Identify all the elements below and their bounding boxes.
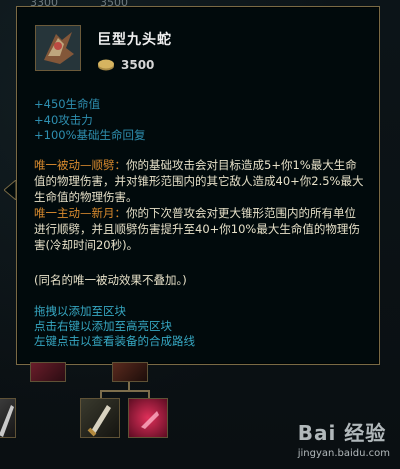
passive-label: 唯一被动—顺劈： [34, 158, 126, 172]
recipe-slot[interactable] [112, 362, 148, 382]
hydra-icon [36, 26, 80, 70]
tooltip-hints: 拖拽以添加至区块 点击右键以添加至高亮区块 左键点击以查看装备的合成路线 [34, 304, 195, 349]
hint-drag: 拖拽以添加至区块 [34, 304, 126, 318]
hint-left-click: 左键点击以查看装备的合成路线 [34, 334, 195, 348]
crystal-icon [141, 411, 159, 429]
hint-right-click: 点击右键以添加至高亮区块 [34, 319, 172, 333]
recipe-slot[interactable] [0, 398, 16, 438]
recipe-connector [100, 390, 102, 398]
item-tooltip: 巨型九头蛇 3500 +450生命值 +40攻击力 +100%基础生命回复 唯一… [16, 6, 380, 365]
stat-line: +450生命值 [34, 97, 101, 111]
sword-icon [0, 405, 14, 437]
watermark-main: Bai 经验 [297, 421, 387, 445]
item-name: 巨型九头蛇 [97, 32, 172, 48]
item-passive-description: 唯一被动—顺劈：你的基础攻击会对目标造成5+你1%最大生命值的物理伤害，并对锥形… [34, 157, 364, 253]
active-label: 唯一主动—新月： [34, 206, 126, 220]
stacking-note: (同名的唯一被动效果不叠加。) [34, 273, 187, 287]
recipe-connector [148, 390, 150, 398]
stat-line: +100%基础生命回复 [34, 128, 146, 142]
item-price: 3500 [121, 58, 155, 72]
item-icon [35, 25, 81, 71]
watermark: Bai 经验 jingyan.baidu.com [298, 417, 390, 459]
recipe-slot[interactable] [30, 362, 66, 382]
recipe-slot[interactable] [128, 398, 168, 438]
stat-line: +40攻击力 [34, 112, 93, 127]
watermark-sub: jingyan.baidu.com [297, 448, 390, 459]
sword-icon [87, 405, 111, 437]
recipe-connector [100, 390, 150, 392]
recipe-connector [128, 382, 130, 390]
tooltip-pointer [4, 180, 16, 200]
gold-coin-icon [98, 59, 114, 71]
item-stats: +450生命值 +40攻击力 +100%基础生命回复 [34, 97, 146, 144]
recipe-slot[interactable] [80, 398, 120, 438]
